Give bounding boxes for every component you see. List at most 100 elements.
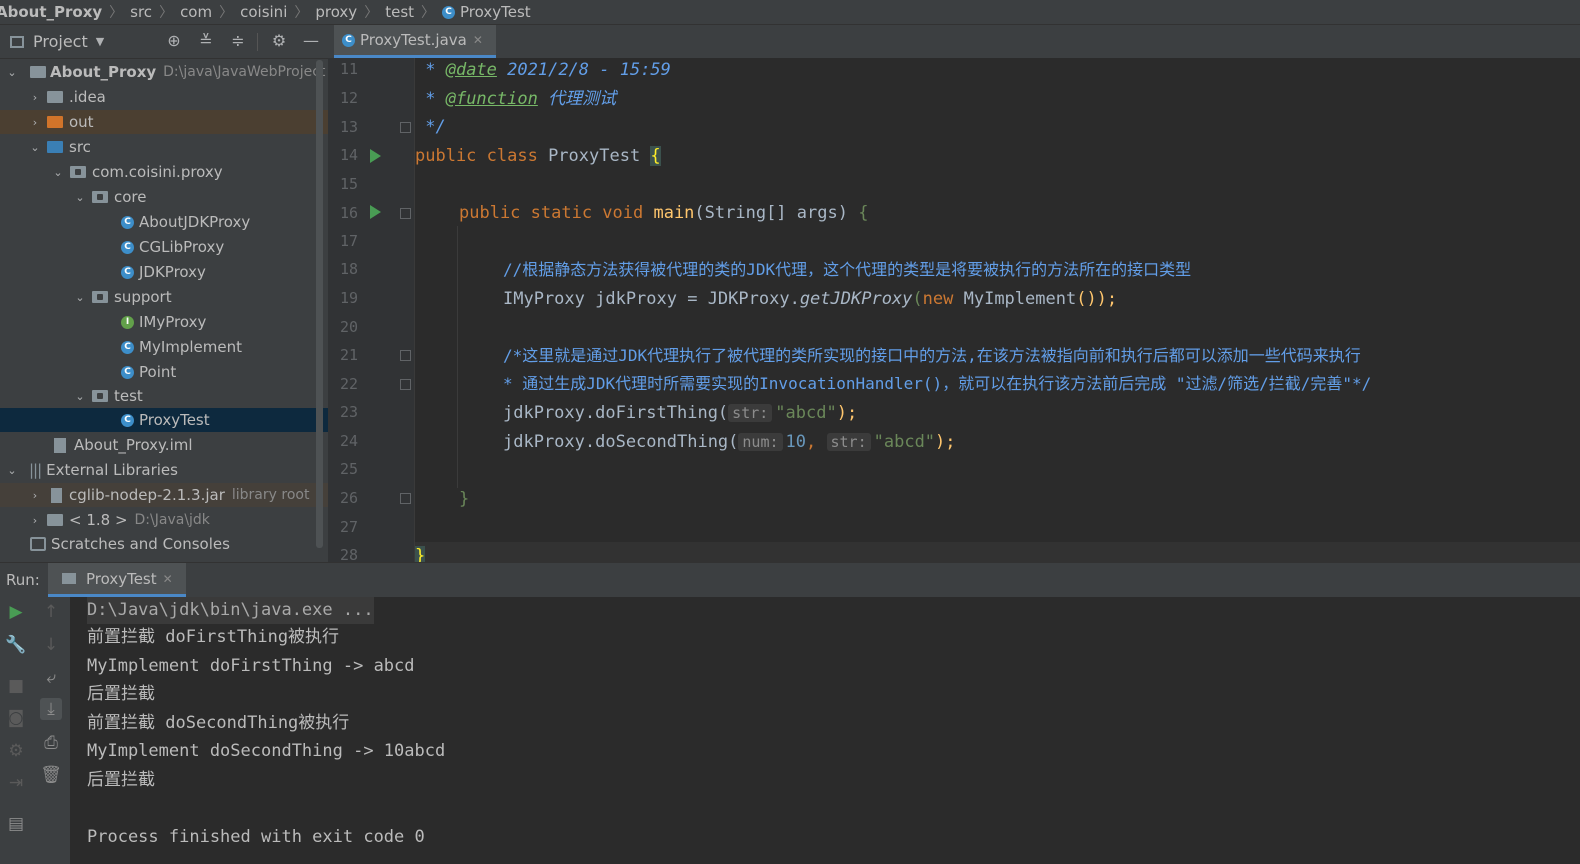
tree-item-myimplement[interactable]: C MyImplement	[0, 335, 328, 359]
chevron-down-icon[interactable]: ⌄	[6, 66, 18, 79]
code-token: }	[459, 489, 470, 509]
chevron-down-icon[interactable]: ▼	[96, 35, 104, 48]
line-number: 14	[339, 146, 358, 164]
expand-all-icon[interactable]: ≚	[196, 31, 216, 51]
breadcrumb-item-project[interactable]: About_Proxy	[0, 3, 102, 21]
chevron-right-icon[interactable]: ›	[29, 116, 41, 129]
fold-icon[interactable]	[400, 379, 411, 390]
chevron-down-icon[interactable]: ⌄	[74, 390, 86, 403]
chevron-down-icon[interactable]: ⌄	[29, 141, 41, 154]
tree-item-proxytest[interactable]: C ProxyTest	[0, 408, 328, 432]
print-icon[interactable]: ⎙	[40, 732, 62, 754]
chevron-down-icon[interactable]: ⌄	[52, 166, 64, 179]
tree-item-label: com.coisini.proxy	[92, 163, 223, 181]
breadcrumb-item-proxy[interactable]: proxy	[315, 3, 357, 21]
code-editor[interactable]: * @date 2021/2/8 - 15:59 * @function 代理测…	[415, 58, 1580, 562]
breadcrumb-item-proxytest[interactable]: ProxyTest	[460, 3, 531, 21]
tree-item-aboutjdkproxy[interactable]: C AboutJDKProxy	[0, 210, 328, 234]
project-tree-scrollbar[interactable]	[316, 60, 323, 548]
breadcrumb-separator: 〉	[294, 5, 309, 21]
layout-icon[interactable]: ▤	[5, 813, 27, 835]
scroll-to-end-icon[interactable]: ⤓	[40, 698, 62, 720]
code-token: 10	[785, 432, 807, 452]
tree-item-cglib-jar[interactable]: › cglib-nodep-2.1.3.jar library root	[0, 483, 328, 507]
chevron-right-icon[interactable]: ›	[29, 514, 41, 527]
trash-icon[interactable]: 🗑	[40, 764, 62, 786]
line-number: 22	[339, 375, 358, 393]
tree-item-cglibproxy[interactable]: C CGLibProxy	[0, 235, 328, 259]
run-console[interactable]: D:\Java\jdk\bin\java.exe ... 前置拦截 doFirs…	[70, 597, 1580, 864]
exit-icon[interactable]: ⇥	[5, 772, 27, 794]
tree-item-test[interactable]: ⌄ test	[0, 384, 328, 408]
close-icon[interactable]: ✕	[473, 33, 483, 47]
chevron-right-icon[interactable]: ›	[29, 489, 41, 502]
tree-item-label: < 1.8 >	[69, 511, 128, 529]
chevron-right-icon[interactable]: ›	[29, 91, 41, 104]
code-token: getJDKProxy	[799, 289, 913, 309]
settings-icon[interactable]: ⚙	[5, 740, 27, 762]
gear-icon[interactable]: ⚙	[269, 31, 289, 51]
code-token: @function	[445, 89, 538, 109]
line-number: 12	[339, 89, 358, 107]
code-token: (	[912, 289, 923, 309]
run-panel-header: Run: ProxyTest ✕	[0, 562, 1580, 598]
chevron-down-icon[interactable]: ⌄	[6, 464, 18, 477]
tree-item-scratches[interactable]: Scratches and Consoles	[0, 532, 328, 556]
run-tab-proxytest[interactable]: ProxyTest ✕	[48, 563, 186, 597]
tree-item-imyproxy[interactable]: I IMyProxy	[0, 310, 328, 334]
tree-item-package-root[interactable]: ⌄ com.coisini.proxy	[0, 160, 328, 184]
class-icon: C	[121, 413, 134, 427]
breadcrumb-item-com[interactable]: com	[180, 3, 212, 21]
tree-item-iml[interactable]: About_Proxy.iml	[0, 433, 328, 457]
breadcrumb-item-src[interactable]: src	[130, 3, 152, 21]
run-main-icon[interactable]	[370, 205, 381, 219]
tree-item-support[interactable]: ⌄ support	[0, 285, 328, 309]
fold-icon[interactable]	[400, 493, 411, 504]
chevron-down-icon[interactable]: ⌄	[74, 291, 86, 304]
collapse-all-icon[interactable]: ≑	[228, 31, 248, 51]
breadcrumb-item-test[interactable]: test	[385, 3, 414, 21]
wrench-icon[interactable]: 🔧	[5, 634, 27, 656]
tree-item-jdk[interactable]: › < 1.8 > D:\Java\jdk	[0, 508, 328, 532]
tree-item-label: core	[114, 188, 147, 206]
tree-item-core[interactable]: ⌄ core	[0, 185, 328, 209]
fold-icon[interactable]	[400, 208, 411, 219]
breadcrumb-separator: 〉	[421, 5, 436, 21]
soft-wrap-icon[interactable]: ⤶	[40, 667, 62, 689]
tree-item-out[interactable]: › out	[0, 110, 328, 134]
stop-icon[interactable]: ■	[5, 675, 27, 697]
line-number: 25	[339, 460, 358, 478]
fold-icon[interactable]	[400, 350, 411, 361]
down-arrow-icon[interactable]: ↓	[40, 634, 62, 656]
up-arrow-icon[interactable]: ↑	[40, 601, 62, 623]
console-icon	[62, 573, 76, 584]
chevron-down-icon[interactable]: ⌄	[74, 191, 86, 204]
code-token: 2021/2/8 - 15:59	[496, 60, 671, 80]
tree-item-external-libraries[interactable]: ⌄ ||| External Libraries	[0, 458, 328, 482]
minimize-icon[interactable]: —	[301, 31, 321, 51]
project-view-selector[interactable]: Project	[33, 32, 88, 51]
tree-item-label: out	[69, 113, 94, 131]
breadcrumb-separator: 〉	[364, 5, 379, 21]
close-icon[interactable]: ✕	[163, 572, 173, 586]
camera-icon[interactable]: ◙	[5, 707, 27, 729]
tree-item-label: .idea	[69, 88, 106, 106]
module-folder-icon	[30, 66, 46, 78]
run-class-icon[interactable]	[370, 149, 381, 163]
breadcrumb-item-coisini[interactable]: coisini	[240, 3, 287, 21]
fold-icon[interactable]	[400, 122, 411, 133]
rerun-icon[interactable]: ▶	[5, 601, 27, 623]
tree-item-module[interactable]: ⌄ About_Proxy D:\java\JavaWebProject	[0, 60, 328, 84]
line-number: 17	[339, 232, 358, 250]
code-token: }	[415, 546, 426, 562]
locate-icon[interactable]: ⊕	[164, 31, 184, 51]
code-line-13: */	[415, 113, 446, 141]
tree-item-point[interactable]: C Point	[0, 360, 328, 384]
tree-item-jdkproxy[interactable]: C JDKProxy	[0, 260, 328, 284]
code-token: */	[415, 117, 446, 137]
tree-item-label: MyImplement	[139, 338, 243, 356]
tab-proxytest-java[interactable]: C ProxyTest.java ✕	[334, 25, 496, 58]
tree-item-idea[interactable]: › .idea	[0, 85, 328, 109]
tree-item-src[interactable]: ⌄ src	[0, 135, 328, 159]
class-icon: C	[121, 340, 134, 354]
